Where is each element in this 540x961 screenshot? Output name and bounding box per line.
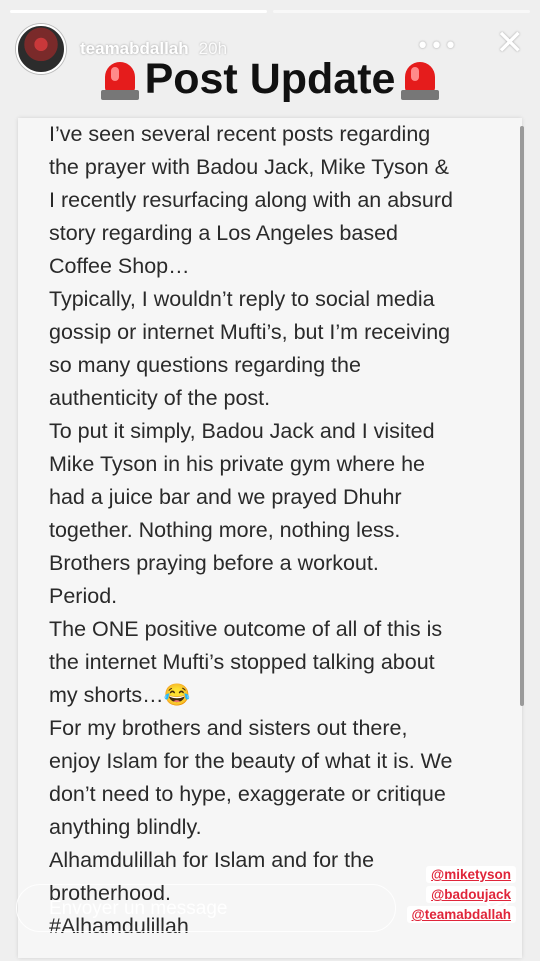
post-line: the internet Mufti’s stopped talking abo…	[49, 650, 435, 674]
post-line: the prayer with Badou Jack, Mike Tyson &	[49, 155, 449, 179]
post-line: enjoy Islam for the beauty of what it is…	[49, 749, 453, 773]
scrollbar	[520, 126, 524, 706]
mention-stickers: @miketyson @badoujack @teamabdallah	[406, 866, 516, 923]
mention-sticker[interactable]: @miketyson	[426, 866, 516, 883]
post-line: The ONE positive outcome of all of this …	[49, 617, 443, 641]
post-line: gossip or internet Mufti’s, but I’m rece…	[49, 320, 451, 344]
post-line: I’ve seen several recent posts regarding	[49, 122, 431, 146]
post-line: Mike Tyson in his private gym where he	[49, 452, 426, 476]
post-line: had a juice bar and we prayed Dhuhr	[49, 485, 402, 509]
post-line: together. Nothing more, nothing less.	[49, 518, 401, 542]
police-light-icon	[401, 58, 440, 102]
post-line: so many questions regarding the	[49, 353, 361, 377]
post-body: I’ve seen several recent posts regarding…	[49, 118, 519, 943]
post-line: Brothers praying before a workout.	[49, 551, 379, 575]
mention-sticker[interactable]: @teamabdallah	[406, 906, 516, 923]
story-progress	[10, 10, 530, 13]
post-title: Post Update	[144, 55, 396, 103]
post-line: Typically, I wouldn’t reply to social me…	[49, 287, 435, 311]
post-line: Period.	[49, 584, 118, 608]
progress-segment	[10, 10, 267, 13]
post-line: my shorts…😂	[49, 683, 191, 707]
message-input[interactable]	[47, 895, 371, 923]
post-line: anything blindly.	[49, 815, 202, 839]
post-line: authenticity of the post.	[49, 386, 271, 410]
post-line: story regarding a Los Angeles based	[49, 221, 399, 245]
message-composer[interactable]	[16, 884, 396, 932]
post-title-row: Post Update	[0, 55, 540, 104]
post-line: For my brothers and sisters out there,	[49, 716, 408, 740]
post-line: I recently resurfacing along with an abs…	[49, 188, 453, 212]
post-line: don’t need to hype, exaggerate or critiq…	[49, 782, 446, 806]
progress-segment	[273, 10, 530, 13]
post-line: To put it simply, Badou Jack and I visit…	[49, 419, 435, 443]
mention-sticker[interactable]: @badoujack	[426, 886, 516, 903]
post-line: Coffee Shop…	[49, 254, 190, 278]
police-light-icon	[100, 58, 139, 102]
